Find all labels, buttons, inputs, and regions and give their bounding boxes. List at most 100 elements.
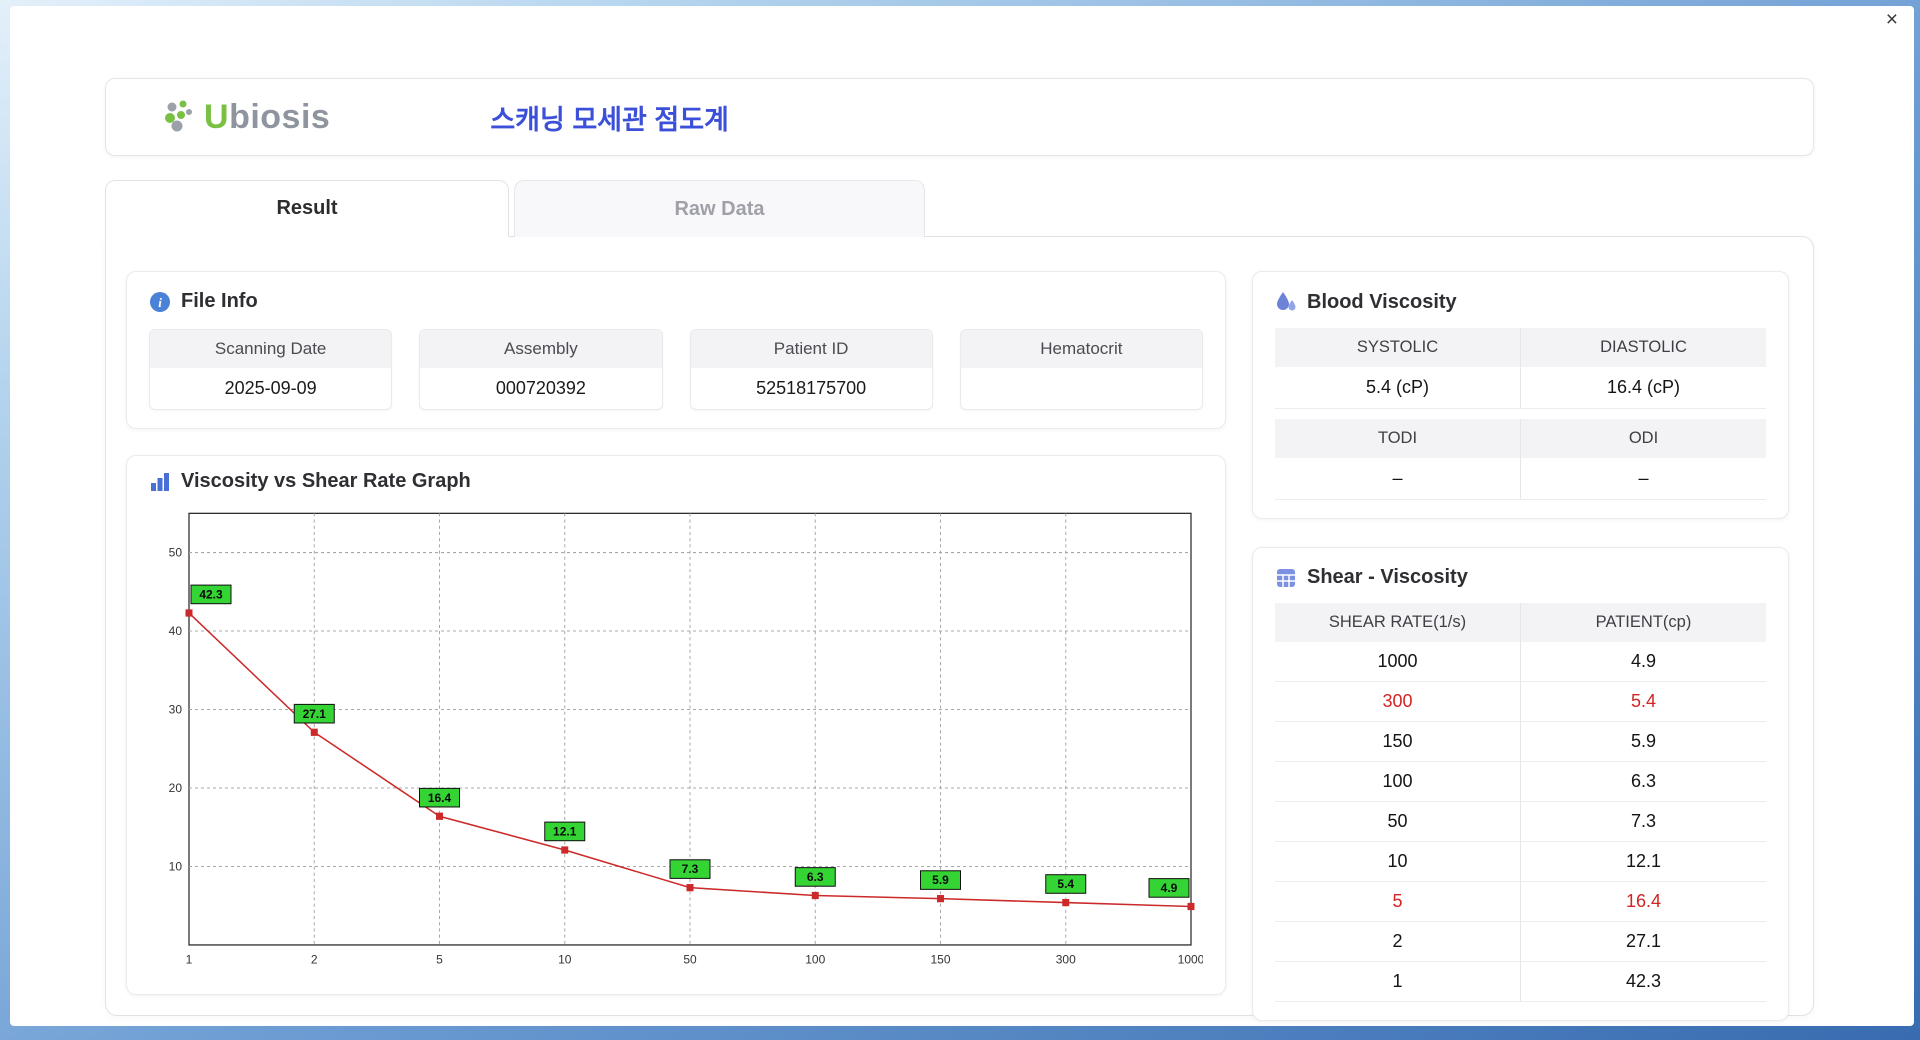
svg-text:300: 300: [1056, 952, 1076, 966]
result-panel: i File Info Scanning Date 2025-09-09 Ass…: [105, 236, 1814, 1021]
shear-rate-cell: 100: [1275, 761, 1521, 802]
table-icon: [1277, 568, 1295, 587]
svg-text:40: 40: [169, 624, 183, 638]
graph-header: Viscosity vs Shear Rate Graph: [149, 470, 1203, 493]
field-label: Assembly: [420, 330, 662, 368]
shear-viscosity-table: SHEAR RATE(1/s) PATIENT(cp) 1000 4.9 300…: [1275, 603, 1766, 1002]
patient-cell: 5.4: [1520, 681, 1766, 722]
left-column: i File Info Scanning Date 2025-09-09 Ass…: [126, 271, 1226, 995]
app-header: Ubiosis 스캐닝 모세관 점도계: [105, 78, 1814, 156]
patient-column-header: PATIENT(cp): [1520, 603, 1766, 642]
logo-rest: biosis: [229, 97, 331, 136]
shear-rate-column-header: SHEAR RATE(1/s): [1275, 603, 1521, 642]
patient-cell: 4.9: [1520, 642, 1766, 682]
shear-rate-cell: 1000: [1275, 642, 1521, 682]
section-title: Shear - Viscosity: [1307, 566, 1468, 588]
table-row: 1 42.3: [1275, 961, 1766, 1002]
systolic-header: SYSTOLIC: [1275, 328, 1521, 367]
tab-raw-data[interactable]: Raw Data: [514, 180, 925, 237]
shear-rate-cell: 50: [1275, 801, 1521, 842]
todi-odi-table: TODI ODI – –: [1275, 419, 1766, 500]
patient-cell: 16.4: [1520, 881, 1766, 922]
svg-text:10: 10: [169, 859, 183, 873]
file-info-card: i File Info Scanning Date 2025-09-09 Ass…: [126, 271, 1226, 429]
blood-viscosity-header: Blood Viscosity: [1275, 290, 1766, 314]
field-value: 000720392: [495, 378, 586, 398]
svg-text:5: 5: [436, 952, 443, 966]
section-title: File Info: [181, 290, 258, 312]
svg-text:6.3: 6.3: [807, 870, 824, 884]
section-title: Viscosity vs Shear Rate Graph: [181, 470, 471, 492]
svg-text:7.3: 7.3: [682, 862, 699, 876]
patient-cell: 7.3: [1520, 801, 1766, 842]
logo-dots-icon: [165, 100, 192, 132]
field-value: 52518175700: [756, 378, 867, 398]
svg-text:50: 50: [169, 546, 183, 560]
shear-rate-cell: 2: [1275, 921, 1521, 962]
table-header-row: SHEAR RATE(1/s) PATIENT(cp): [1275, 603, 1766, 642]
field-label: Scanning Date: [150, 330, 392, 368]
table-header-row: SYSTOLIC DIASTOLIC: [1275, 328, 1766, 367]
svg-text:16.4: 16.4: [428, 791, 452, 805]
viscosity-shear-chart: 10 20 30 40 50 1 2 5 10 50 100 150 300 1000 42.3 27.1 16…: [149, 503, 1203, 978]
right-column: Blood Viscosity SYSTOLIC DIASTOLIC 5.4 (…: [1252, 271, 1789, 1021]
shear-rate-cell: 150: [1275, 721, 1521, 762]
shear-rate-cell: 10: [1275, 841, 1521, 882]
field-patient-id: Patient ID 52518175700: [689, 329, 933, 410]
table-row: 300 5.4: [1275, 681, 1766, 722]
diastolic-header: DIASTOLIC: [1520, 328, 1766, 367]
logo-u: U: [204, 97, 230, 136]
ubiosis-logo: Ubiosis: [162, 98, 330, 137]
table-row: 5.4 (cP) 16.4 (cP): [1275, 367, 1766, 409]
svg-text:100: 100: [805, 952, 825, 966]
table-row: 2 27.1: [1275, 921, 1766, 962]
svg-text:50: 50: [683, 952, 697, 966]
svg-text:1000: 1000: [1178, 952, 1203, 966]
file-info-header: i File Info: [149, 290, 1203, 313]
field-label: Hematocrit: [960, 330, 1202, 368]
info-icon: i: [150, 291, 170, 312]
table-row: 50 7.3: [1275, 801, 1766, 842]
svg-text:27.1: 27.1: [303, 707, 327, 721]
svg-text:i: i: [158, 295, 162, 310]
table-row: 10 12.1: [1275, 841, 1766, 882]
svg-text:12.1: 12.1: [553, 824, 577, 838]
patient-cell: 42.3: [1520, 961, 1766, 1002]
title-bar: ×: [10, 6, 1914, 34]
patient-cell: 27.1: [1520, 921, 1766, 962]
field-hematocrit: Hematocrit: [959, 329, 1203, 410]
systolic-value: 5.4 (cP): [1275, 367, 1521, 409]
field-label: Patient ID: [690, 330, 932, 368]
section-title: Blood Viscosity: [1307, 290, 1457, 313]
shear-viscosity-card: Shear - Viscosity SHEAR RATE(1/s) PATIEN…: [1252, 547, 1789, 1021]
svg-text:5.4: 5.4: [1057, 877, 1074, 891]
patient-cell: 5.9: [1520, 721, 1766, 762]
field-value: [961, 368, 1202, 409]
shear-rate-cell: 1: [1275, 961, 1521, 1002]
systolic-diastolic-table: SYSTOLIC DIASTOLIC 5.4 (cP) 16.4 (cP): [1275, 328, 1766, 409]
blood-viscosity-card: Blood Viscosity SYSTOLIC DIASTOLIC 5.4 (…: [1252, 271, 1789, 519]
svg-text:5.9: 5.9: [932, 873, 949, 887]
logo-text: Ubiosis: [204, 98, 330, 137]
todi-value: –: [1275, 458, 1521, 500]
field-value: 2025-09-09: [224, 378, 317, 398]
tab-bar: Result Raw Data: [105, 180, 1814, 237]
field-assembly: Assembly 000720392: [419, 329, 663, 410]
graph-card: Viscosity vs Shear Rate Graph 10 20 30 40 50…: [126, 455, 1226, 995]
diastolic-value: 16.4 (cP): [1520, 367, 1766, 409]
shear-rate-cell: 300: [1275, 681, 1521, 722]
odi-value: –: [1520, 458, 1766, 500]
tab-result[interactable]: Result: [105, 180, 509, 237]
page-title: 스캐닝 모세관 점도계: [490, 104, 729, 135]
table-row: 5 16.4: [1275, 881, 1766, 922]
file-info-fields: Scanning Date 2025-09-09 Assembly 000720…: [149, 329, 1203, 410]
todi-header: TODI: [1275, 419, 1521, 458]
svg-text:10: 10: [558, 952, 572, 966]
svg-text:150: 150: [930, 952, 950, 966]
table-row: 150 5.9: [1275, 721, 1766, 762]
main-content: Ubiosis 스캐닝 모세관 점도계 Result Raw Data i Fi…: [10, 34, 1914, 1021]
bar-chart-icon: [151, 472, 169, 491]
water-drop-icon: [1277, 292, 1296, 311]
close-icon[interactable]: ×: [1886, 9, 1898, 30]
shear-rate-cell: 5: [1275, 881, 1521, 922]
